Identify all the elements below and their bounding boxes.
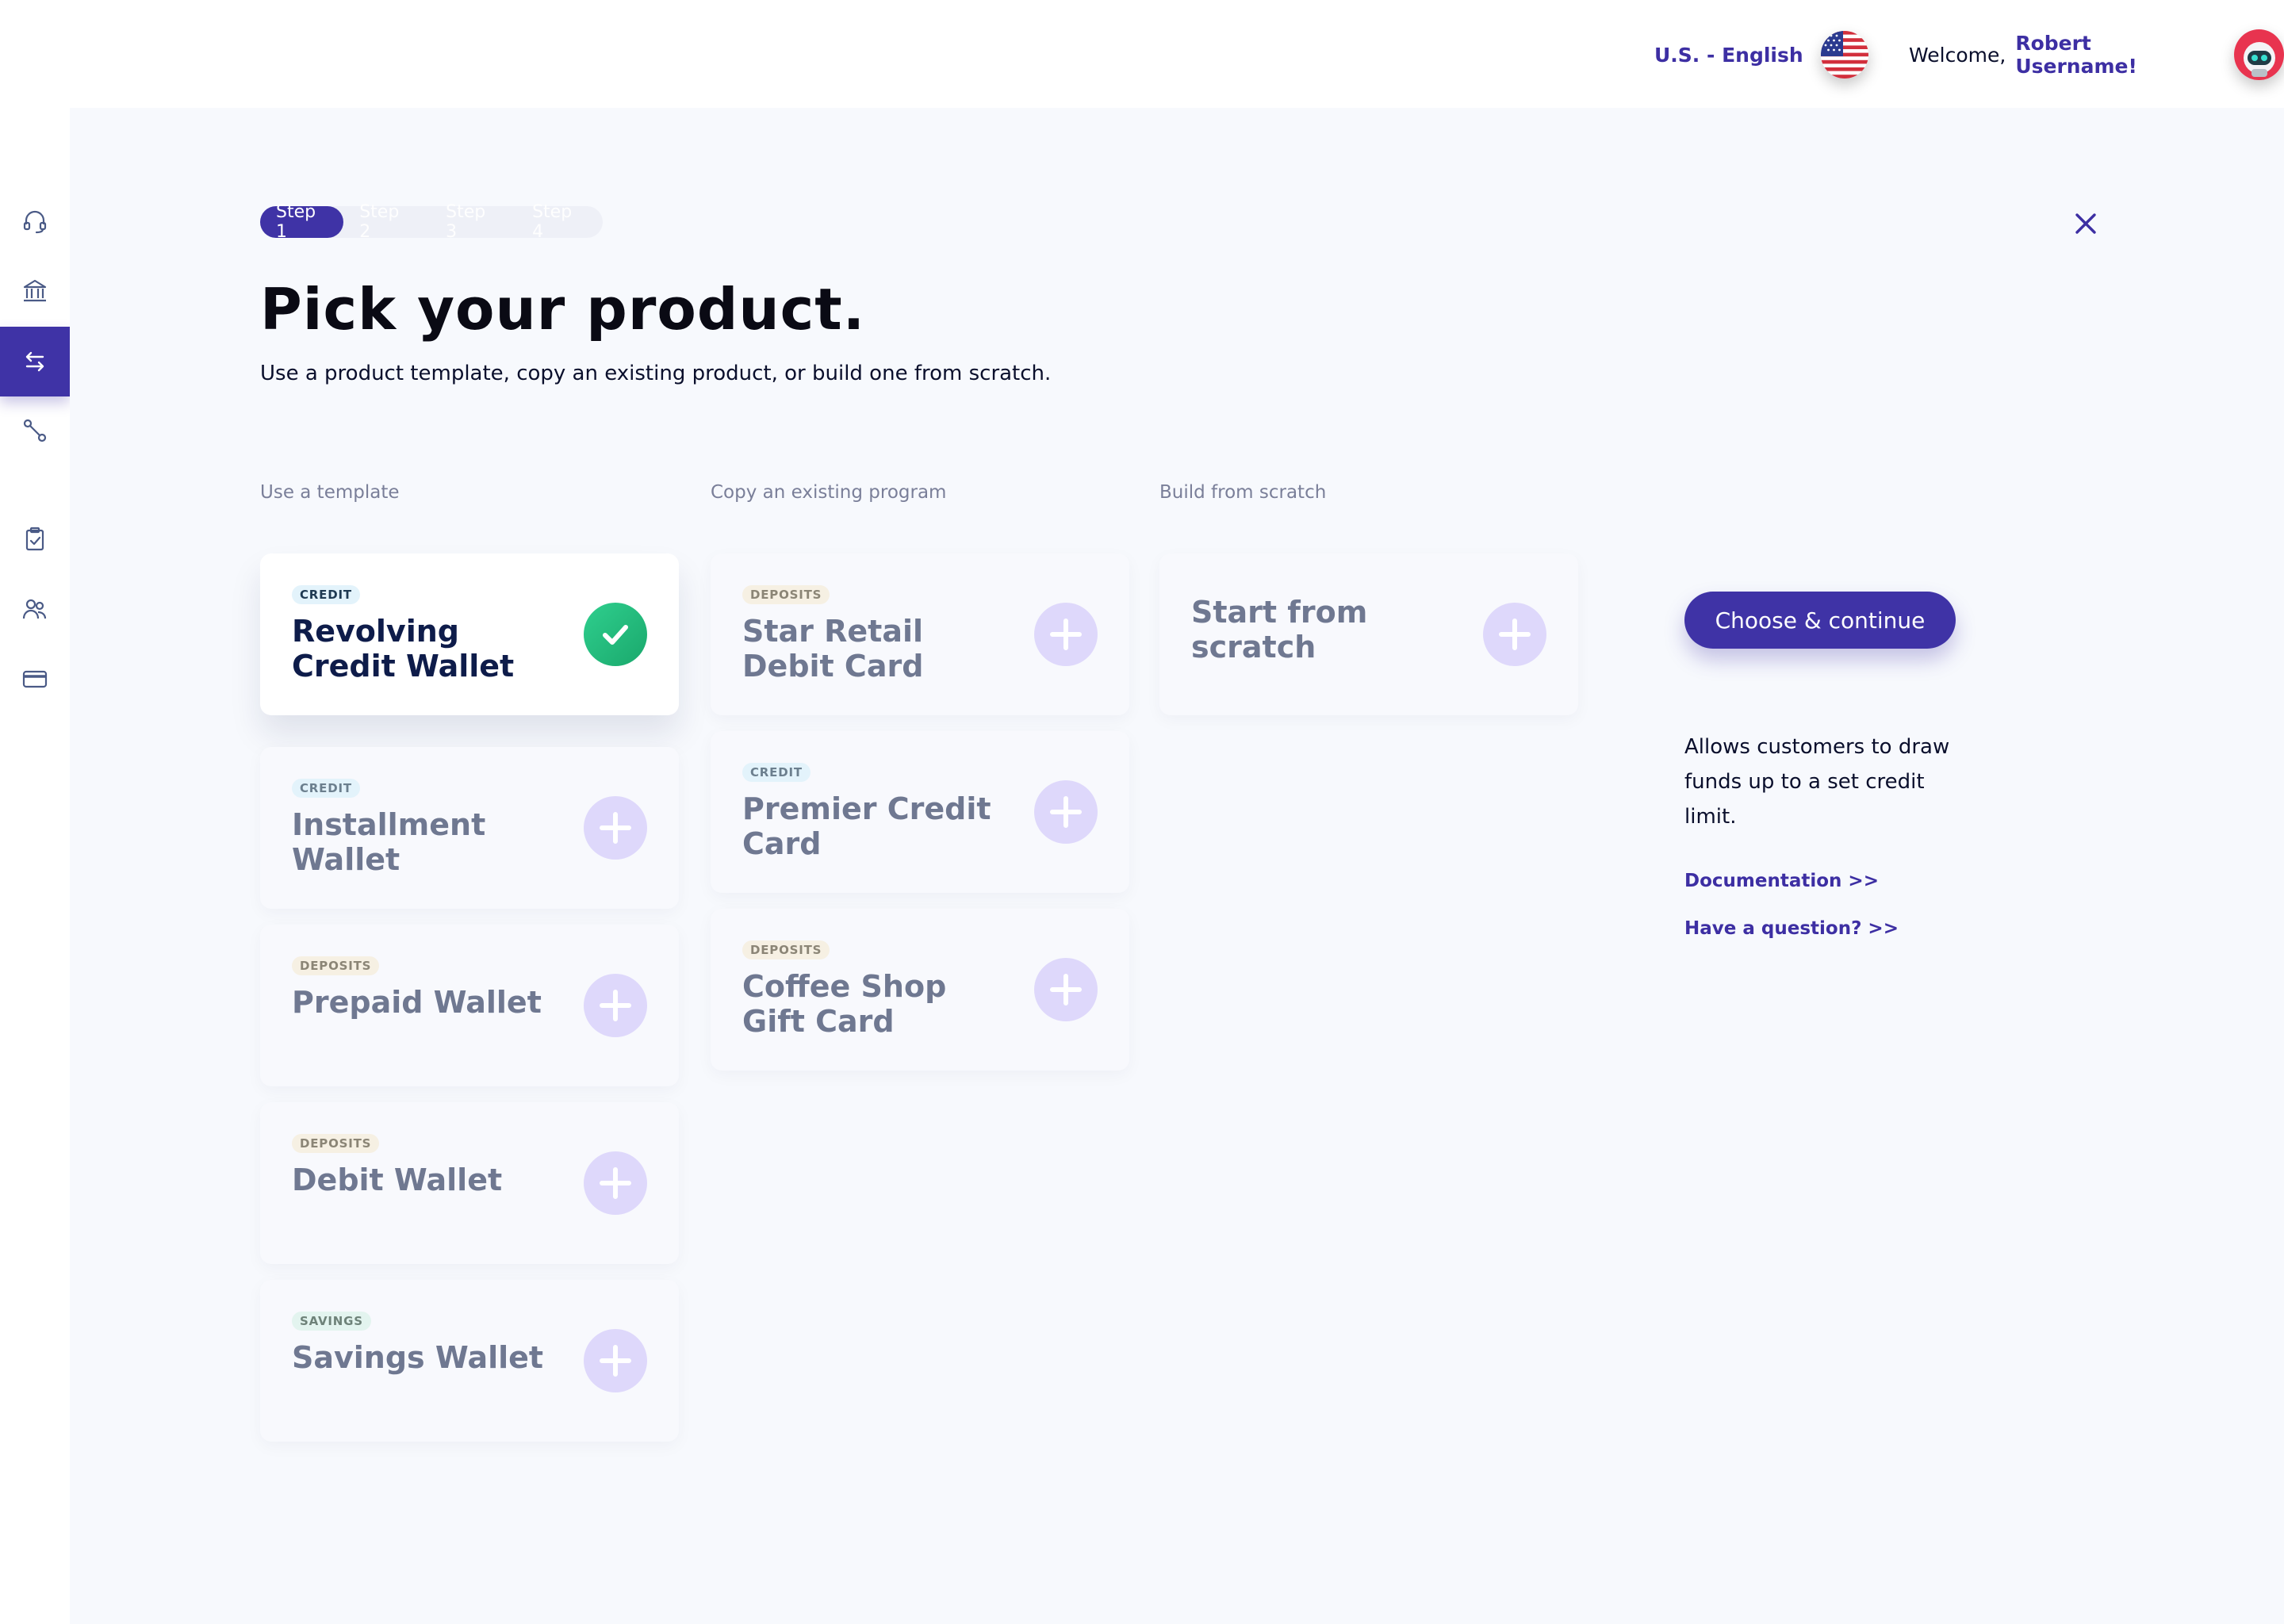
headset-icon — [23, 210, 47, 234]
choose-continue-button[interactable]: Choose & continue — [1684, 592, 1956, 649]
step-2[interactable]: Step 2 — [343, 202, 430, 242]
product-card-coffee-shop-gift-card[interactable]: DEPOSITS Coffee Shop Gift Card — [711, 909, 1129, 1071]
sidebar-item-integrations[interactable] — [0, 396, 70, 465]
category-badge: DEPOSITS — [292, 1134, 380, 1153]
close-button[interactable] — [2068, 206, 2103, 241]
bank-icon — [23, 279, 47, 302]
category-badge: SAVINGS — [292, 1312, 371, 1331]
step-3[interactable]: Step 3 — [430, 202, 516, 242]
sidebar-item-cards[interactable] — [0, 644, 70, 714]
sidebar-item-support[interactable] — [0, 186, 70, 256]
product-title: Coffee Shop Gift Card — [742, 969, 947, 1039]
close-icon — [2075, 213, 2096, 234]
step-4[interactable]: Step 4 — [516, 202, 603, 242]
product-title: Star Retail Debit Card — [742, 614, 924, 684]
product-card-premier-credit-card[interactable]: CREDIT Premier Credit Card — [711, 731, 1129, 893]
plus-icon[interactable] — [584, 1329, 647, 1392]
plus-icon[interactable] — [584, 1151, 647, 1215]
sidebar-item-bank[interactable] — [0, 256, 70, 326]
step-indicator: Step 1 Step 2 Step 3 Step 4 — [260, 202, 603, 242]
credit-card-icon — [22, 670, 48, 688]
step-1[interactable]: Step 1 — [260, 202, 344, 242]
sidebar-item-transfers[interactable] — [0, 327, 70, 396]
language-selector[interactable]: U.S. - English — [1654, 29, 1868, 81]
product-title: Installment Wallet — [292, 807, 486, 877]
plus-icon[interactable] — [584, 796, 647, 860]
connection-nodes-icon — [23, 419, 47, 442]
product-description: Allows customers to draw funds up to a s… — [1684, 735, 1950, 829]
product-card-debit-wallet[interactable]: DEPOSITS Debit Wallet — [260, 1102, 679, 1264]
product-title: Premier Credit Card — [742, 791, 991, 861]
product-title: Start from scratch — [1191, 595, 1368, 665]
users-icon — [22, 599, 47, 619]
sidebar-item-tasks[interactable] — [0, 504, 70, 574]
check-icon — [584, 603, 647, 666]
page-subtitle: Use a product template, copy an existing… — [260, 362, 1052, 385]
product-title: Debit Wallet — [292, 1162, 503, 1197]
category-badge: CREDIT — [742, 763, 811, 782]
transfer-arrows-icon — [25, 351, 44, 372]
documentation-link[interactable]: Documentation >> — [1684, 871, 1879, 891]
welcome-text: Welcome, — [1909, 43, 2006, 67]
product-card-revolving-credit-wallet[interactable]: CREDIT Revolving Credit Wallet — [260, 553, 679, 715]
user-name-link[interactable]: Robert Username! — [2015, 32, 2217, 78]
category-badge: CREDIT — [292, 585, 360, 604]
language-label: U.S. - English — [1654, 43, 1803, 67]
product-title: Revolving Credit Wallet — [292, 614, 515, 684]
column-label-scratch: Build from scratch — [1159, 482, 1327, 503]
product-card-prepaid-wallet[interactable]: DEPOSITS Prepaid Wallet — [260, 925, 679, 1086]
category-badge: CREDIT — [292, 779, 360, 798]
sidebar-item-users[interactable] — [0, 574, 70, 644]
plus-icon[interactable] — [1034, 958, 1098, 1021]
product-card-installment-wallet[interactable]: CREDIT Installment Wallet — [260, 747, 679, 909]
product-title: Prepaid Wallet — [292, 985, 542, 1020]
top-bar: U.S. - English Welcome, Robert Username! — [0, 0, 2284, 108]
product-card-savings-wallet[interactable]: SAVINGS Savings Wallet — [260, 1280, 679, 1442]
us-flag-icon — [1820, 31, 1868, 79]
column-label-template: Use a template — [260, 482, 400, 503]
clipboard-check-icon — [25, 527, 44, 551]
page-title: Pick your product. — [260, 276, 866, 343]
category-badge: DEPOSITS — [742, 940, 830, 959]
product-title: Savings Wallet — [292, 1340, 544, 1375]
question-link[interactable]: Have a question? >> — [1684, 918, 1899, 939]
welcome-area: Welcome, Robert Username! — [1909, 29, 2284, 81]
plus-icon[interactable] — [584, 974, 647, 1037]
plus-icon[interactable] — [1034, 780, 1098, 844]
main-content: Step 1 Step 2 Step 3 Step 4 Pick your pr… — [70, 108, 2284, 1624]
category-badge: DEPOSITS — [292, 956, 380, 975]
plus-icon[interactable] — [1034, 603, 1098, 666]
product-card-start-from-scratch[interactable]: Start from scratch — [1159, 553, 1578, 715]
plus-icon[interactable] — [1483, 603, 1546, 666]
column-label-copy: Copy an existing program — [711, 482, 947, 503]
category-badge: DEPOSITS — [742, 585, 830, 604]
robot-avatar-icon[interactable] — [2234, 29, 2284, 80]
sidebar — [0, 108, 70, 1624]
product-card-star-retail-debit-card[interactable]: DEPOSITS Star Retail Debit Card — [711, 553, 1129, 715]
